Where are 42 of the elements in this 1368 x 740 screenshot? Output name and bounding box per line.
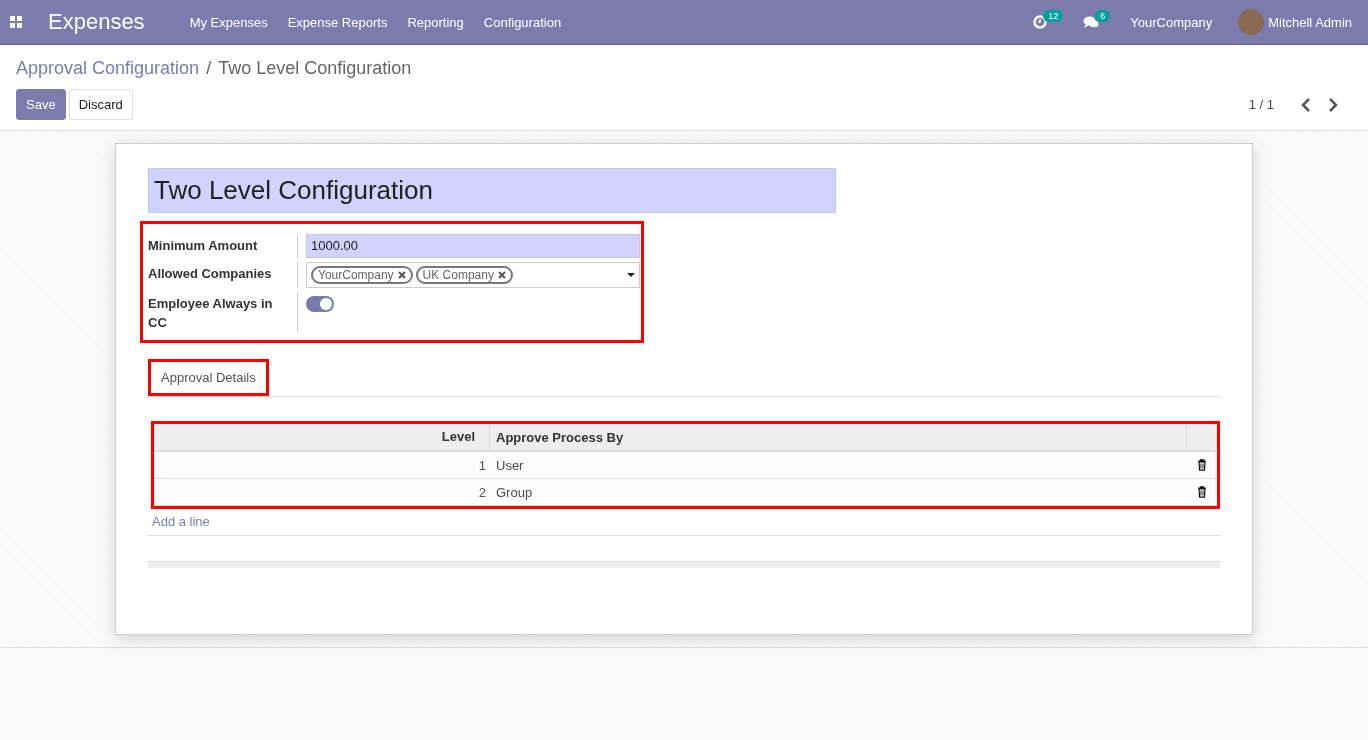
table-cell-text: 2 xyxy=(477,484,487,500)
table-cell-text: 1 xyxy=(477,457,487,473)
breadcrumb-link[interactable]: Approval Configuration xyxy=(16,58,200,79)
company-tag[interactable]: UK Company xyxy=(415,266,513,284)
activity-count-badge: 12 xyxy=(1043,10,1064,22)
column-header[interactable]: Level xyxy=(154,424,490,450)
app-title: Expenses xyxy=(48,9,145,35)
next-icon[interactable] xyxy=(1328,97,1338,112)
name-field[interactable]: Two Level Configuration xyxy=(148,168,836,213)
caret-icon[interactable] xyxy=(627,273,635,277)
table-cell-text: Group xyxy=(495,484,534,500)
chat-bubbles-icon[interactable] xyxy=(1083,15,1100,29)
remove-icon[interactable] xyxy=(498,271,506,279)
discard-button[interactable]: Discard xyxy=(68,89,133,120)
previous-icon[interactable] xyxy=(1301,97,1311,112)
field-label: Minimum Amount xyxy=(148,234,298,258)
table-cell-text: User xyxy=(495,457,525,473)
pager-value: 1 / 1 xyxy=(1248,97,1274,112)
menu-item[interactable]: Configuration xyxy=(483,14,562,30)
add-line-link[interactable]: Add a line xyxy=(152,514,210,529)
breadcrumb-current: Two Level Configuration xyxy=(218,58,412,79)
menu-item[interactable]: My Expenses xyxy=(189,14,268,30)
amount-field[interactable]: 1000.00 xyxy=(306,234,640,258)
remove-icon[interactable] xyxy=(397,271,406,279)
field-label: Allowed Companies xyxy=(148,262,298,288)
delete-icon[interactable] xyxy=(1197,486,1207,498)
breadcrumb-separator: / xyxy=(206,58,212,79)
apps-menu-icon[interactable] xyxy=(10,16,22,28)
company-switcher[interactable]: YourCompany xyxy=(1130,14,1213,30)
company-tag[interactable]: YourCompany xyxy=(311,266,413,284)
save-button[interactable]: Save xyxy=(16,89,66,120)
message-count-badge: 6 xyxy=(1095,10,1111,22)
column-header[interactable]: Approve Process By xyxy=(490,429,1186,445)
delete-icon[interactable] xyxy=(1197,459,1207,471)
field-label: Employee Always in CC xyxy=(148,292,298,332)
clock-icon[interactable] xyxy=(1033,15,1048,29)
companies-field[interactable]: YourCompany UK Company xyxy=(306,262,640,288)
toggle-switch[interactable] xyxy=(306,296,334,312)
user-menu[interactable]: Mitchell Admin xyxy=(1268,14,1352,30)
tab[interactable]: Approval Details xyxy=(148,359,269,396)
menu-item[interactable]: Expense Reports xyxy=(287,14,388,30)
menu-item[interactable]: Reporting xyxy=(407,14,464,30)
